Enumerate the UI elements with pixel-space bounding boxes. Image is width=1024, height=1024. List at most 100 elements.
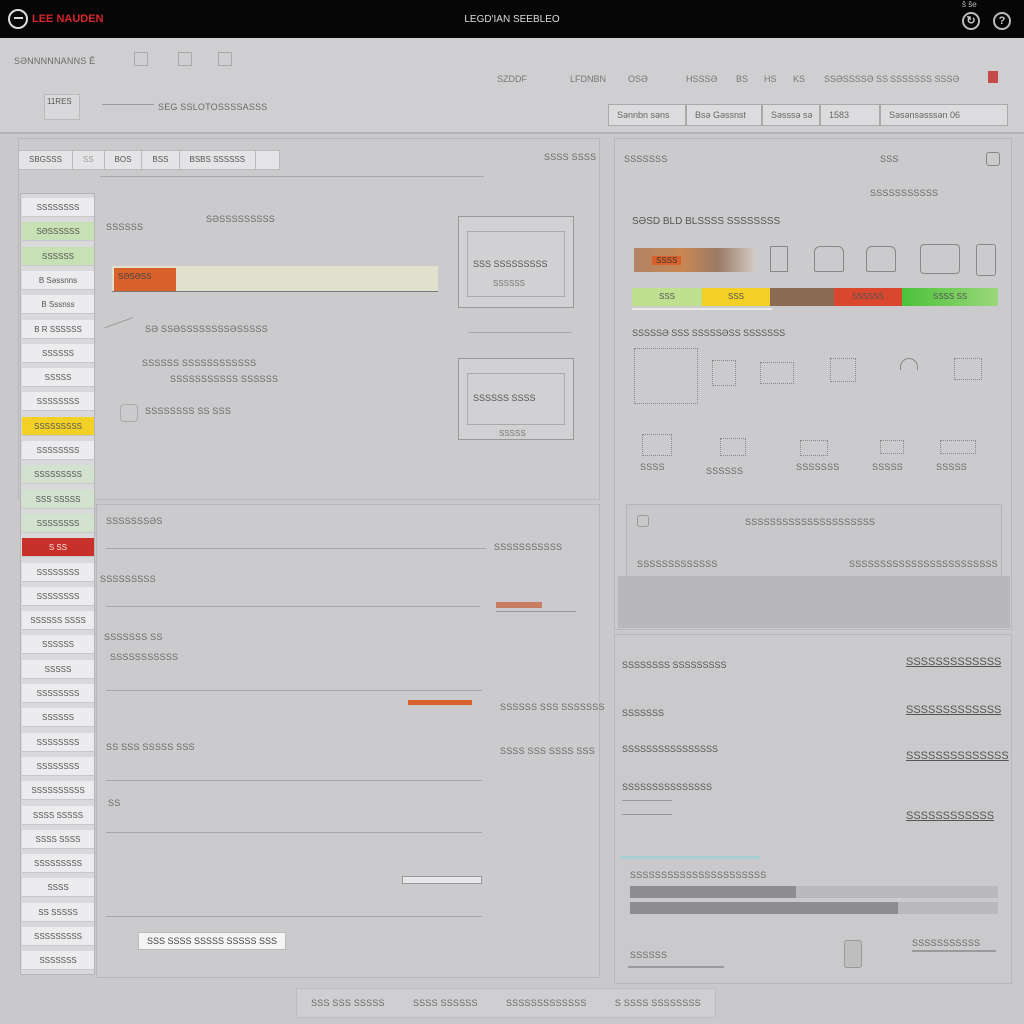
note-title: SSSSSSSSSSSSSSSSSSSSS <box>745 517 876 527</box>
component-icon[interactable] <box>770 246 788 272</box>
tab[interactable]: SBGSSS <box>19 151 73 169</box>
severity-segment <box>770 288 834 306</box>
footer-button[interactable]: SSSSSSSSSSSSS <box>506 998 587 1008</box>
part-icon[interactable] <box>642 434 672 456</box>
row-sublabel: SƏSSSSSSSSS <box>206 214 276 224</box>
menu-item[interactable]: LFDNBN <box>570 74 606 84</box>
preview-box[interactable]: SSS SSSSSSSSS SSSSSS <box>458 216 574 308</box>
summary-row-value[interactable]: SSSSSSSSSSSSS <box>906 656 1001 668</box>
progress-fill <box>630 886 796 898</box>
menu-item[interactable]: HS <box>764 74 777 84</box>
avatar[interactable]: 11RES <box>44 94 80 120</box>
side-list-item[interactable]: SSSSSSSS <box>22 586 94 606</box>
help-icon[interactable]: ? <box>993 12 1011 30</box>
menu-item[interactable]: SZDDF <box>497 74 527 84</box>
engine-icon[interactable] <box>814 246 844 272</box>
side-list-item[interactable]: SSSSSS <box>22 708 94 728</box>
part-icon[interactable] <box>954 358 982 380</box>
tab[interactable]: BOS <box>105 151 143 169</box>
side-list-item[interactable]: SSSSSSSS <box>22 562 94 582</box>
menu-item[interactable]: KS <box>793 74 805 84</box>
side-list-item[interactable]: S SS <box>22 538 94 558</box>
side-list-item[interactable]: SSSS <box>22 878 94 898</box>
status-chip[interactable]: SSS SSSS SSSSS SSSSS SSS <box>138 932 287 950</box>
alert-icon[interactable] <box>988 71 998 83</box>
part-icon[interactable] <box>830 358 856 382</box>
footer-button[interactable]: SSS SSS SSSSS <box>311 998 385 1008</box>
side-list-item[interactable]: B Sssnss <box>22 295 94 315</box>
diagram-icon[interactable] <box>634 348 698 404</box>
part-icon[interactable] <box>720 438 746 456</box>
side-list-item[interactable]: SSSSSSSS <box>22 732 94 752</box>
summary-row-value[interactable]: SSSSSSSSSSSS <box>906 810 994 822</box>
summary-row-label: SSSSSSS <box>622 708 665 718</box>
side-list-item[interactable]: SSSSSS <box>22 343 94 363</box>
toolbar-square-icon[interactable] <box>218 52 232 66</box>
side-list-item[interactable]: SSSSSSSSS <box>22 416 94 436</box>
side-list-item[interactable]: SSSSSS <box>22 635 94 655</box>
side-list-item[interactable]: SƏSSSSSS <box>22 222 94 242</box>
summary-row-value[interactable]: SSSSSSSSSSSSS <box>906 704 1001 716</box>
engine-icon[interactable] <box>866 246 896 272</box>
vehicle-icon[interactable] <box>920 244 960 274</box>
toolbar-square-icon[interactable] <box>134 52 148 66</box>
side-list-item[interactable]: SSSSSSSS <box>22 513 94 533</box>
side-list-item[interactable]: SSSSSSS <box>22 951 94 971</box>
battery-icon[interactable] <box>844 940 862 968</box>
menu-item[interactable]: HSSSƏ <box>686 74 717 84</box>
side-list-item[interactable]: SSSSS <box>22 659 94 679</box>
filter-field[interactable]: Sənnbn səns <box>608 104 686 126</box>
filter-field[interactable]: Səsssə sə <box>762 104 820 126</box>
refresh-icon[interactable]: ↻ <box>962 12 980 30</box>
bar-label: SSSSSSSSSSSSSSSSSSSSSS <box>630 870 767 880</box>
menu-item[interactable]: OSƏ <box>628 74 648 84</box>
side-list-item[interactable]: SSSSSSSSSS <box>22 781 94 801</box>
side-list-item[interactable]: SSSSSSSSS <box>22 465 94 485</box>
part-icon[interactable] <box>880 440 904 454</box>
filter-field[interactable]: Səsənsəsssən 06 <box>880 104 1008 126</box>
filter-field[interactable]: Bsə Gəssnst <box>686 104 762 126</box>
slider[interactable] <box>402 876 482 884</box>
settings-icon[interactable] <box>986 152 1000 166</box>
side-list-item[interactable]: SSSSSSSS <box>22 441 94 460</box>
side-list-item[interactable]: SSSS SSSSS <box>22 805 94 825</box>
footer-button[interactable]: S SSSS SSSSSSSS <box>615 998 701 1008</box>
side-list-item[interactable]: SSSSSS SSSS <box>22 611 94 631</box>
toolbar-square-icon[interactable] <box>178 52 192 66</box>
row-label: SSSSSSSSS <box>100 574 156 584</box>
phone-icon[interactable] <box>976 244 996 276</box>
menu-item[interactable]: SSSSSSS SSSƏ <box>890 74 959 84</box>
breadcrumb[interactable]: SƏNNNNNANNS Ē <box>14 56 95 66</box>
side-list-item[interactable]: SSSS SSSS <box>22 829 94 849</box>
side-list-item[interactable]: SSSSSSSS <box>22 684 94 703</box>
tab[interactable]: BSBS SSSSSS <box>180 151 257 169</box>
side-list-item[interactable]: SSSSSSSS <box>22 392 94 412</box>
search-label[interactable]: SSS <box>880 154 899 164</box>
part-icon[interactable] <box>760 362 794 384</box>
tab[interactable]: BSS <box>142 151 180 169</box>
part-icon[interactable] <box>800 440 828 456</box>
preview-box[interactable]: SSSSSS SSSS SSSSS <box>458 358 574 440</box>
side-list-item[interactable]: SSS SSSSS <box>22 489 94 509</box>
menu-item[interactable]: BS <box>736 74 748 84</box>
side-list-item[interactable]: SSSSSS <box>22 246 94 266</box>
summary-row-value[interactable]: SSSSSSSSSSSSSS <box>906 750 1009 762</box>
part-icon[interactable] <box>940 440 976 454</box>
row-input[interactable] <box>496 600 576 612</box>
preview-title: SSS SSSSSSSSS <box>473 259 548 269</box>
side-list-item[interactable]: SS SSSSS <box>22 902 94 922</box>
part-icon[interactable] <box>900 358 918 370</box>
panel-footer-shade <box>618 576 1010 628</box>
filter-field[interactable]: 1583 <box>820 104 880 126</box>
side-list-item[interactable]: SSSSSSSS <box>22 756 94 776</box>
footer-button[interactable]: SSSS SSSSSS <box>413 998 478 1008</box>
side-list-item[interactable]: B R SSSSSS <box>22 319 94 339</box>
side-list-item[interactable]: SSSSS <box>22 368 94 388</box>
tab[interactable]: SS <box>73 151 105 169</box>
side-list-item[interactable]: B Səssnns <box>22 270 94 290</box>
side-list-item[interactable]: SSSSSSSSS <box>22 854 94 874</box>
part-icon[interactable] <box>712 360 736 386</box>
side-list-item[interactable]: SSSSSSSSS <box>22 927 94 946</box>
side-list-item[interactable]: SSSSSSSS <box>22 198 94 217</box>
menu-item[interactable]: SSƏSSSSƏ SS <box>824 74 888 84</box>
